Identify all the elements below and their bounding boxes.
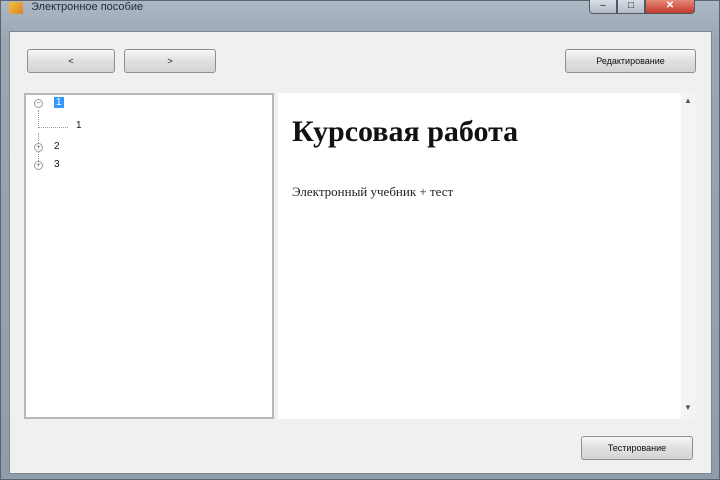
tree-item-1[interactable]: 1 — [54, 97, 64, 108]
content-paragraph: Электронный учебник + тест — [292, 184, 454, 199]
testing-button[interactable]: Тестирование — [581, 436, 693, 460]
tree-line — [38, 127, 68, 128]
tree-line — [38, 110, 39, 128]
minimize-button[interactable]: – — [589, 0, 617, 14]
vertical-scrollbar[interactable]: ▲ ▼ — [681, 93, 696, 419]
forward-button[interactable]: > — [124, 49, 216, 73]
tree-item-1-child[interactable]: 1 — [76, 120, 82, 131]
edit-button[interactable]: Редактирование — [565, 49, 696, 73]
scroll-up-icon[interactable]: ▲ — [684, 96, 692, 105]
client-area: < > Редактирование − 1 1 + 2 + 3 Курсова… — [9, 31, 712, 474]
window-title: Электронное пособие — [31, 1, 144, 13]
app-icon — [9, 2, 23, 14]
expand-icon[interactable]: + — [34, 161, 43, 170]
topic-tree[interactable]: − 1 1 + 2 + 3 — [24, 93, 274, 419]
back-button[interactable]: < — [27, 49, 115, 73]
expand-icon[interactable]: + — [34, 143, 43, 152]
scroll-down-icon[interactable]: ▼ — [684, 403, 692, 412]
tree-item-3[interactable]: 3 — [54, 159, 60, 170]
app-window: Электронное пособие – □ ✕ < > Редактиров… — [0, 0, 720, 480]
content-viewer[interactable]: Курсовая работа Электронный учебник + те… — [278, 93, 681, 419]
close-button[interactable]: ✕ — [645, 0, 695, 14]
title-bar[interactable]: Электронное пособие – □ ✕ — [1, 0, 719, 25]
maximize-button[interactable]: □ — [617, 0, 645, 14]
content-heading: Курсовая работа — [292, 115, 519, 148]
collapse-icon[interactable]: − — [34, 99, 43, 108]
tree-item-2[interactable]: 2 — [54, 141, 60, 152]
